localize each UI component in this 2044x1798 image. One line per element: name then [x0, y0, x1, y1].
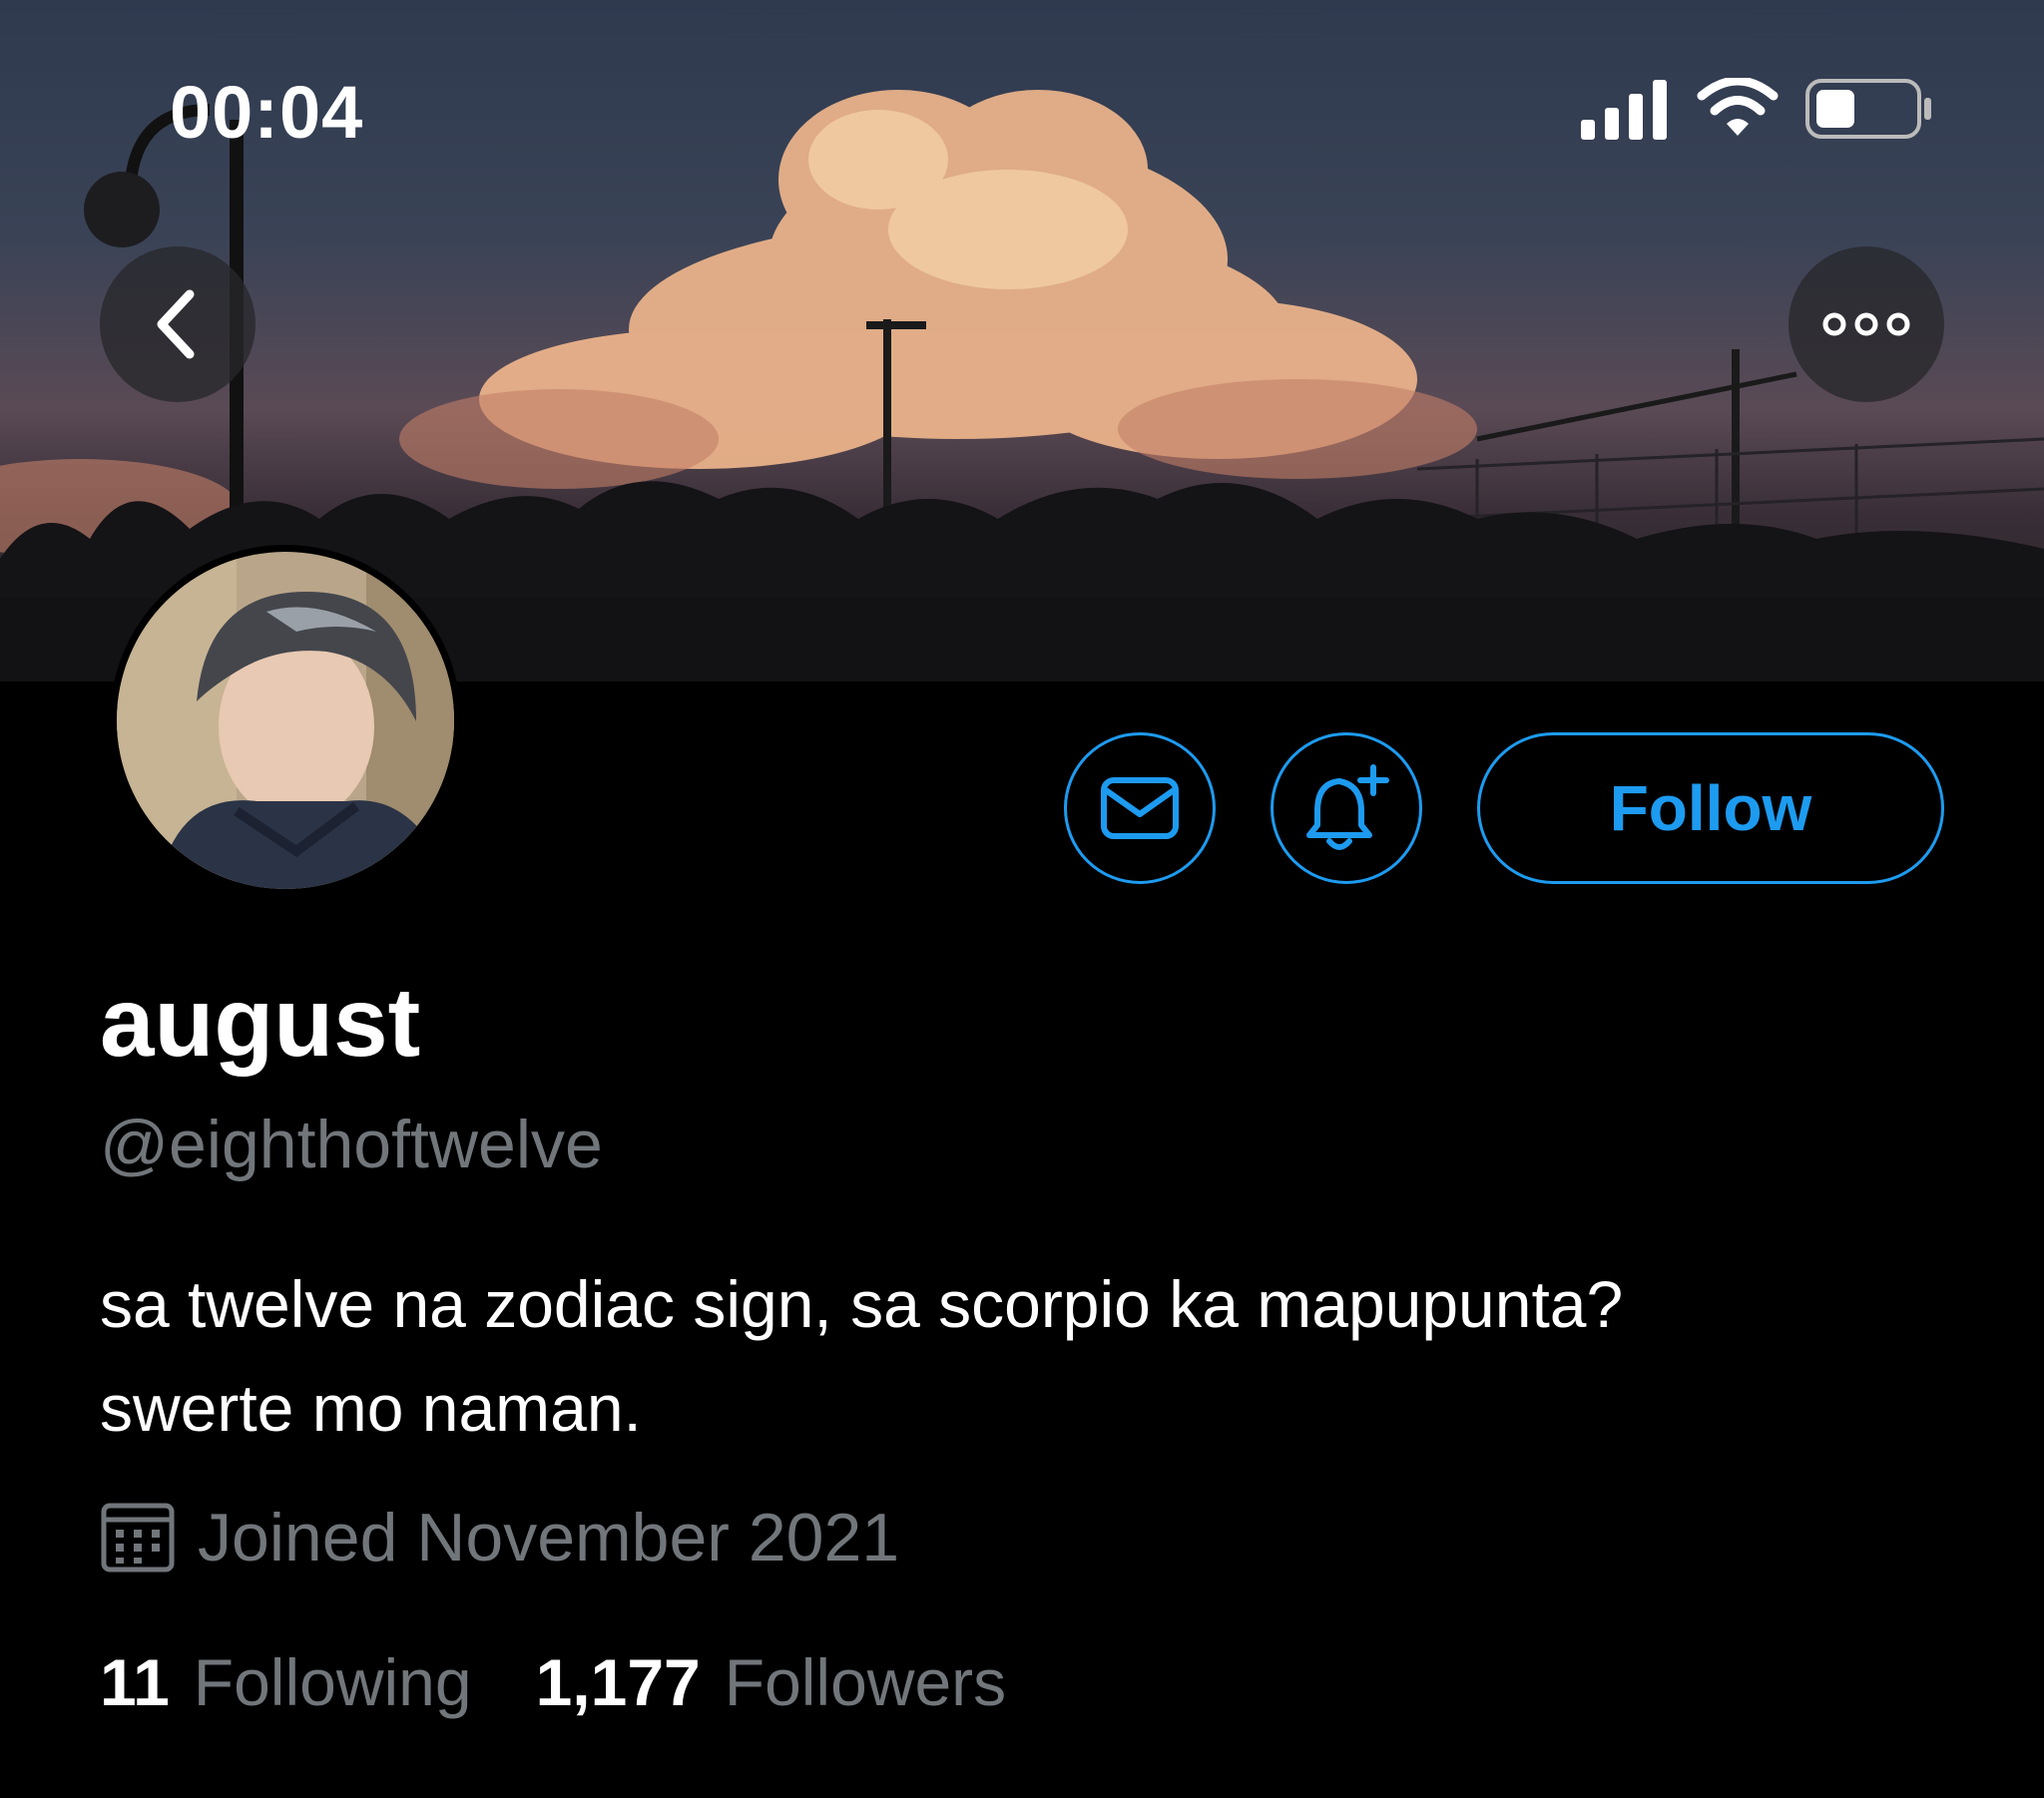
bio: sa twelve na zodiac sign, sa scorpio ka … — [100, 1252, 1976, 1460]
back-button[interactable] — [100, 246, 256, 402]
battery-icon — [1805, 79, 1931, 139]
avatar-image — [117, 552, 454, 889]
more-options-button[interactable] — [1788, 246, 1944, 402]
avatar[interactable] — [110, 545, 461, 896]
status-time: 00:04 — [170, 71, 364, 154]
follow-stats: 11 Following 1,177 Followers — [100, 1644, 1070, 1720]
followers-label[interactable]: Followers — [725, 1644, 1006, 1720]
joined-text: Joined November 2021 — [198, 1500, 900, 1575]
display-name: august — [100, 967, 421, 1077]
bell-plus-icon — [1306, 764, 1389, 850]
followers-count[interactable]: 1,177 — [536, 1644, 701, 1720]
follow-button[interactable]: Follow — [1477, 732, 1944, 884]
following-count[interactable]: 11 — [100, 1644, 170, 1720]
bio-line: swerte mo naman. — [100, 1371, 642, 1445]
notify-button[interactable] — [1271, 732, 1422, 884]
joined-date: Joined November 2021 — [100, 1499, 899, 1576]
cellular-signal-icon — [1581, 80, 1667, 140]
wifi-icon — [1697, 78, 1779, 136]
chevron-left-icon — [157, 289, 195, 359]
bio-line: sa twelve na zodiac sign, sa scorpio ka … — [100, 1267, 1624, 1341]
status-icons — [1581, 78, 1934, 140]
envelope-icon — [1101, 777, 1179, 839]
following-label[interactable]: Following — [194, 1644, 472, 1720]
calendar-icon — [101, 1503, 175, 1573]
handle: @eighthoftwelve — [100, 1107, 603, 1182]
message-button[interactable] — [1064, 732, 1216, 884]
more-horizontal-icon — [1822, 312, 1910, 336]
